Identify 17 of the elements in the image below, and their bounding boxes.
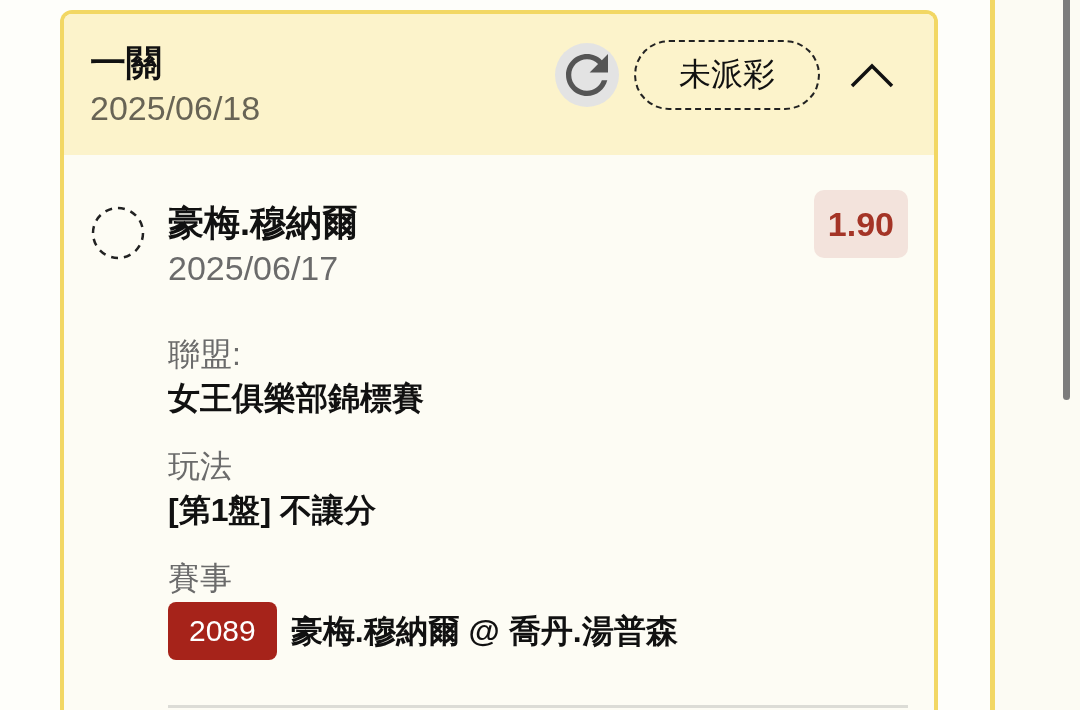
- bet-date: 2025/06/18: [90, 88, 261, 129]
- match-number-tag: 2089: [168, 602, 277, 660]
- field-label: 玩法: [168, 447, 233, 486]
- scrollbar-thumb[interactable]: [1063, 0, 1070, 400]
- field-value: [第1盤] 不讓分: [168, 491, 377, 530]
- field-label: 賽事: [168, 559, 233, 598]
- selection-name: 豪梅.穆納爾: [168, 201, 359, 245]
- field-value: 女王俱樂部錦標賽: [168, 379, 425, 418]
- match-teams: 豪梅.穆納爾 @ 喬丹.湯普森: [290, 612, 678, 651]
- chevron-up-icon: [850, 62, 894, 88]
- bet-type: 一關: [90, 41, 163, 85]
- refresh-icon: [566, 54, 608, 96]
- status-tag: 未派彩: [634, 40, 820, 110]
- collapse-button[interactable]: [850, 62, 894, 88]
- odds-tag: 1.90: [813, 190, 908, 258]
- selection-date: 2025/06/17: [168, 248, 340, 289]
- field-label: 聯盟:: [168, 335, 242, 374]
